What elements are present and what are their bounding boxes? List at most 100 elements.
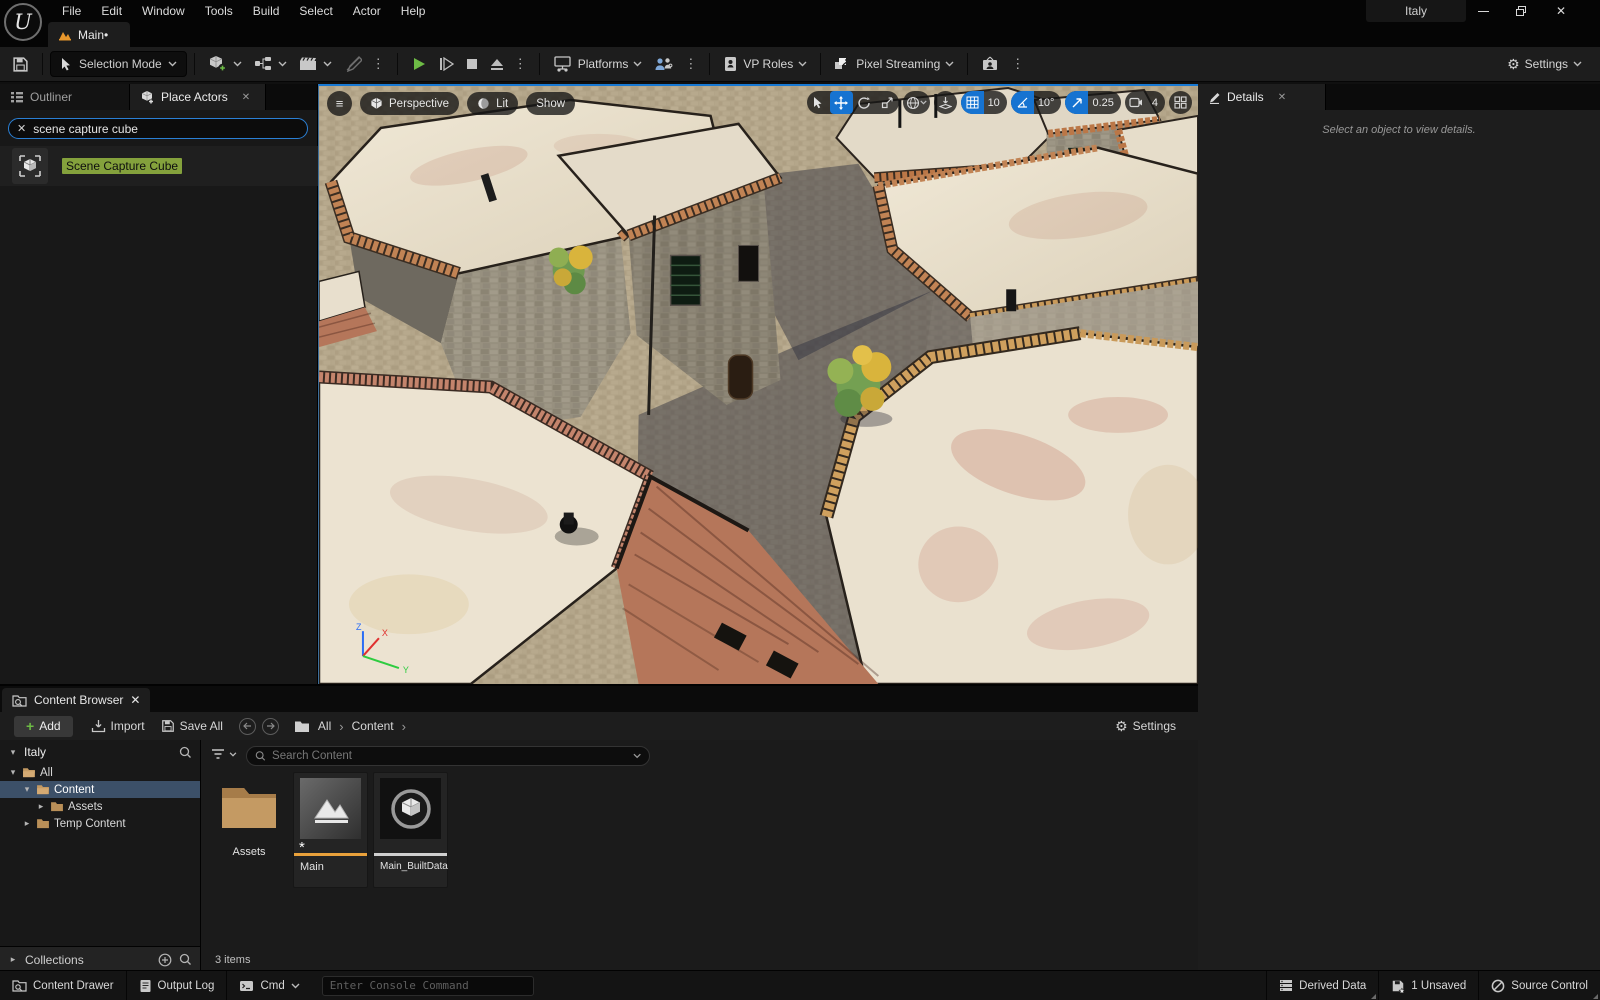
source-selector[interactable]: ▾ Italy	[0, 740, 200, 764]
tree-item-content[interactable]: ▾ Content	[0, 781, 200, 798]
asset-tile-assets-folder[interactable]: Assets	[211, 774, 287, 858]
back-button[interactable]	[239, 718, 256, 735]
select-tool-button[interactable]	[807, 91, 830, 114]
console-command-field[interactable]	[322, 976, 534, 996]
menu-build[interactable]: Build	[243, 0, 290, 22]
clear-search-icon[interactable]: ✕	[17, 122, 26, 135]
menu-select[interactable]: Select	[289, 0, 342, 22]
play-button[interactable]	[405, 51, 433, 77]
skip-frame-button[interactable]	[433, 51, 460, 77]
tree-item-assets[interactable]: ▸ Assets	[0, 798, 200, 815]
editor-settings-dropdown[interactable]: ⚙ Settings	[1501, 51, 1588, 77]
source-control-button[interactable]: Source Control	[1479, 971, 1600, 1000]
add-collection-icon[interactable]	[158, 953, 172, 967]
tab-details[interactable]: Details ✕	[1198, 84, 1326, 110]
stream-options-dots[interactable]: ⋮	[1007, 56, 1029, 72]
close-tab-icon[interactable]: ✕	[1278, 92, 1286, 103]
search-icon[interactable]	[179, 746, 192, 759]
save-button[interactable]	[6, 51, 35, 77]
pixel-streaming-dropdown[interactable]: Pixel Streaming	[828, 51, 960, 77]
forward-button[interactable]	[262, 718, 279, 735]
tab-content-browser[interactable]: Content Browser ✕	[2, 688, 150, 712]
multi-user-button[interactable]	[648, 51, 680, 77]
scale-snap-control[interactable]: 0.25	[1065, 91, 1120, 114]
eject-icon	[490, 58, 504, 71]
tree-item-temp-content[interactable]: ▸ Temp Content	[0, 815, 200, 832]
asset-tile-main-builtdata[interactable]: Main_BuiltData	[373, 772, 448, 888]
coordinate-system-button[interactable]	[903, 91, 930, 114]
grid-snap-control[interactable]: 10	[961, 91, 1007, 114]
place-actors-search-input[interactable]	[33, 122, 299, 136]
maximize-viewport-button[interactable]	[1169, 91, 1192, 114]
level-viewport[interactable]: X Y Z ≡ Perspective Lit Show	[318, 84, 1198, 684]
move-tool-button[interactable]	[830, 91, 853, 114]
scale-tool-button[interactable]	[876, 91, 899, 114]
menu-edit[interactable]: Edit	[91, 0, 132, 22]
grid-snap-value[interactable]: 10	[984, 97, 1007, 109]
console-command-input[interactable]	[330, 979, 526, 992]
show-dropdown[interactable]: Show	[526, 92, 575, 115]
surface-snapping-button[interactable]	[934, 91, 957, 114]
asset-tile-main[interactable]: * Main	[293, 772, 368, 888]
chevron-down-icon	[798, 61, 807, 67]
breadcrumb-content[interactable]: Content	[350, 719, 396, 733]
close-button[interactable]: ✕	[1544, 0, 1578, 22]
camera-speed-value[interactable]: 4	[1148, 97, 1165, 109]
unsaved-button[interactable]: 1 Unsaved	[1379, 971, 1479, 1000]
lit-dropdown[interactable]: Lit	[467, 92, 518, 115]
perspective-dropdown[interactable]: Perspective	[360, 92, 459, 115]
rotation-snap-value[interactable]: 10°	[1034, 97, 1062, 109]
collections-section[interactable]: ▸ Collections	[0, 946, 200, 972]
stream-capture-button[interactable]	[975, 51, 1007, 77]
unreal-logo-icon[interactable]: U	[4, 3, 42, 41]
place-actors-panel: Outliner Place Actors ✕ ✕ Scene Capture …	[0, 84, 318, 684]
multi-user-dots[interactable]: ⋮	[680, 56, 702, 72]
menu-actor[interactable]: Actor	[343, 0, 391, 22]
scale-snap-value[interactable]: 0.25	[1088, 97, 1120, 109]
menu-tools[interactable]: Tools	[195, 0, 243, 22]
close-tab-icon[interactable]: ✕	[242, 92, 250, 103]
tab-place-actors[interactable]: Place Actors ✕	[130, 84, 266, 110]
menu-window[interactable]: Window	[132, 0, 195, 22]
minimize-button[interactable]	[1466, 0, 1500, 22]
menu-file[interactable]: File	[52, 0, 91, 22]
platforms-dropdown[interactable]: Platforms	[547, 51, 649, 77]
play-options-dots[interactable]: ⋮	[510, 56, 532, 72]
rotation-snap-control[interactable]: 10°	[1011, 91, 1062, 114]
plus-icon: +	[26, 718, 34, 734]
level-tab-main[interactable]: Main•	[48, 22, 130, 47]
tab-outliner[interactable]: Outliner	[0, 84, 130, 110]
maximize-button[interactable]	[1504, 0, 1538, 22]
content-browser-settings-button[interactable]: ⚙ Settings	[1107, 719, 1184, 733]
derived-data-button[interactable]: Derived Data	[1266, 971, 1379, 1000]
eject-button[interactable]	[484, 51, 510, 77]
breadcrumb-all[interactable]: All	[316, 719, 333, 733]
content-drawer-icon	[12, 979, 27, 992]
search-icon[interactable]	[179, 953, 192, 966]
filter-button[interactable]	[211, 748, 237, 761]
place-actors-search[interactable]: ✕	[8, 118, 308, 139]
cmd-dropdown[interactable]: Cmd	[227, 971, 311, 1000]
content-drawer-button[interactable]: Content Drawer	[0, 971, 127, 1000]
add-actor-button[interactable]	[202, 51, 248, 77]
import-button[interactable]: Import	[83, 719, 153, 733]
editor-modes-button[interactable]	[338, 51, 368, 77]
output-log-button[interactable]: Output Log	[127, 971, 228, 1000]
blueprints-button[interactable]	[248, 51, 293, 77]
content-search-input[interactable]	[272, 750, 627, 762]
add-button[interactable]: + Add	[14, 716, 73, 737]
tree-item-all[interactable]: ▾ All	[0, 764, 200, 781]
content-search[interactable]	[246, 746, 650, 766]
save-all-button[interactable]: Save All	[153, 719, 231, 733]
toolbar-overflow-dots[interactable]: ⋮	[368, 56, 390, 72]
close-tab-icon[interactable]: ✕	[130, 693, 140, 707]
menu-help[interactable]: Help	[391, 0, 436, 22]
search-result-row[interactable]: Scene Capture Cube	[0, 146, 318, 186]
stop-button[interactable]	[460, 51, 484, 77]
vp-roles-dropdown[interactable]: VP Roles	[717, 51, 813, 77]
camera-speed-control[interactable]: 4	[1125, 91, 1165, 114]
viewport-options-button[interactable]: ≡	[327, 91, 352, 116]
selection-mode-dropdown[interactable]: Selection Mode	[50, 51, 187, 77]
rotate-tool-button[interactable]	[853, 91, 876, 114]
cinematics-button[interactable]	[293, 51, 338, 77]
